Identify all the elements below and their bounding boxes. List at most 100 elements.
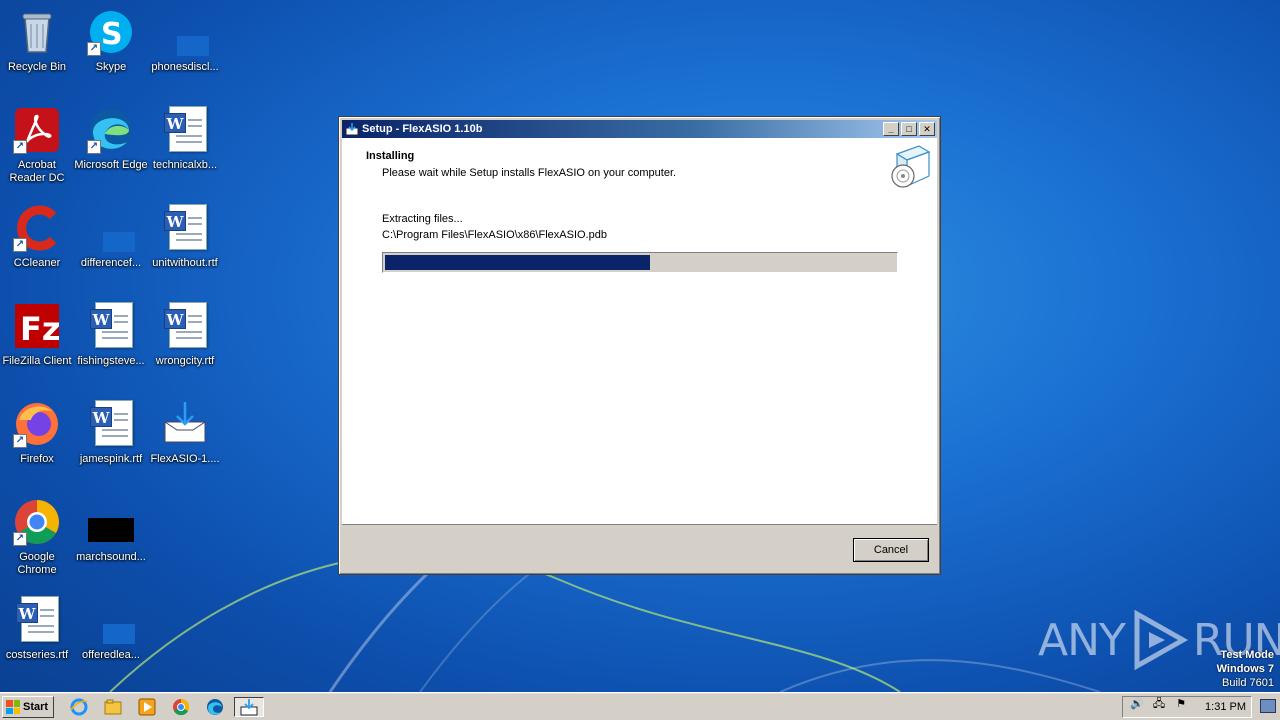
desktop-icon-label: differencef... <box>80 257 142 269</box>
start-button[interactable]: Start <box>2 696 54 718</box>
desktop-icon-acrobat[interactable]: ↗ Acrobat Reader DC <box>0 102 74 192</box>
desktop-icon-label: fishingsteve... <box>77 355 145 367</box>
windows-logo-icon <box>6 700 20 714</box>
acrobat-icon: ↗ <box>13 106 61 154</box>
media-file-icon <box>87 498 135 546</box>
cancel-button[interactable]: Cancel <box>853 538 929 562</box>
desktop-icon-costseries[interactable]: W costseries.rtf <box>0 592 74 682</box>
close-button[interactable]: ✕ <box>919 122 935 136</box>
desktop-icon-label: jamespink.rtf <box>79 453 143 465</box>
desktop-icon-label: Recycle Bin <box>7 61 67 73</box>
svg-text:Fz: Fz <box>20 310 60 348</box>
desktop-icon-differencef[interactable]: differencef... <box>74 200 148 290</box>
desktop-icon-chrome[interactable]: ↗ Google Chrome <box>0 494 74 584</box>
status-text: Extracting files... <box>382 213 463 225</box>
word-document-icon: W <box>87 400 135 448</box>
word-document-icon: W <box>87 302 135 350</box>
desktop-icon-label: offeredlea... <box>82 649 140 661</box>
desktop-icon-filezilla[interactable]: Fz FileZilla Client <box>0 298 74 388</box>
ccleaner-icon: ↗ <box>13 204 61 252</box>
blank-file-icon <box>87 596 147 644</box>
chrome-icon <box>173 698 190 716</box>
edge-icon: ↗ <box>87 106 135 154</box>
action-center-flag-icon[interactable]: ⚑ <box>1174 697 1188 711</box>
desktop-icon-flexasio-installer[interactable]: FlexASIO-1.... <box>148 396 222 486</box>
word-document-icon: W <box>161 106 209 154</box>
window-titlebar[interactable]: Setup - FlexASIO 1.10b _ □ ✕ <box>342 120 937 138</box>
shortcut-arrow-icon: ↗ <box>13 238 27 252</box>
installer-icon <box>161 400 209 448</box>
shortcut-arrow-icon: ↗ <box>13 140 27 154</box>
taskbar-edge-button[interactable] <box>204 697 226 717</box>
desktop-icon-jamespink[interactable]: W jamespink.rtf <box>74 396 148 486</box>
desktop-icon-label: wrongcity.rtf <box>155 355 215 367</box>
os-version-label: Windows 7 <box>1216 663 1274 675</box>
svg-text:S: S <box>101 17 123 52</box>
minimize-button[interactable]: _ <box>883 122 899 136</box>
progress-fill <box>385 255 651 270</box>
desktop-icon-label: marchsound... <box>76 551 146 563</box>
taskbar-chrome-button[interactable] <box>170 697 192 717</box>
desktop-icon-label: FileZilla Client <box>2 355 72 367</box>
desktop-icon-fishingsteve[interactable]: W fishingsteve... <box>74 298 148 388</box>
desktop-icon-recycle-bin[interactable]: Recycle Bin <box>0 4 74 94</box>
desktop-icon-firefox[interactable]: ↗ Firefox <box>0 396 74 486</box>
desktop-icon-skype[interactable]: S ↗ Skype <box>74 4 148 94</box>
desktop-icon-label: Acrobat Reader DC <box>9 159 65 184</box>
desktop-icon-label: Google Chrome <box>17 551 57 576</box>
desktop-icon-edge[interactable]: ↗ Microsoft Edge <box>74 102 148 192</box>
install-progress-bar <box>382 252 898 273</box>
taskbar-media-player-button[interactable] <box>136 697 158 717</box>
word-document-icon: W <box>161 204 209 252</box>
chrome-icon: ↗ <box>13 498 61 546</box>
blank-file-icon <box>161 8 221 56</box>
desktop-icon-unitwithout[interactable]: W unitwithout.rtf <box>148 200 222 290</box>
installer-icon <box>240 699 258 716</box>
skype-icon: S ↗ <box>87 8 135 56</box>
desktop-icon-label: CCleaner <box>13 257 61 269</box>
maximize-button[interactable]: □ <box>901 122 917 136</box>
desktop-icon-phonesdiscl[interactable]: phonesdiscl... <box>148 4 222 94</box>
show-desktop-button[interactable] <box>1260 699 1276 713</box>
media-player-icon <box>138 698 156 716</box>
shortcut-arrow-icon: ↗ <box>13 434 27 448</box>
current-file-path: C:\Program Files\FlexASIO\x86\FlexASIO.p… <box>382 229 607 241</box>
desktop-icon-label: costseries.rtf <box>5 649 69 661</box>
wizard-body: Extracting files... C:\Program Files\Fle… <box>342 196 937 525</box>
shortcut-arrow-icon: ↗ <box>87 42 101 56</box>
desktop-icon-technicalxb[interactable]: W technicalxb... <box>148 102 222 192</box>
shortcut-arrow-icon: ↗ <box>87 140 101 154</box>
volume-icon[interactable]: 🔊 <box>1130 697 1144 711</box>
desktop-icon-label: unitwithout.rtf <box>152 257 218 269</box>
wizard-step-title: Installing <box>366 150 415 162</box>
desktop-icon-label: phonesdiscl... <box>151 61 219 73</box>
taskbar-ie-button[interactable] <box>68 697 90 717</box>
word-document-icon: W <box>13 596 61 644</box>
setup-window: Setup - FlexASIO 1.10b _ □ ✕ Installing … <box>338 116 941 575</box>
firefox-icon: ↗ <box>13 400 61 448</box>
taskbar-explorer-button[interactable] <box>102 697 124 717</box>
taskbar-clock[interactable]: 1:31 PM <box>1205 701 1246 713</box>
setup-box-icon <box>891 145 931 188</box>
desktop-icon-marchsound[interactable]: marchsound... <box>74 494 148 584</box>
os-test-mode-info: Test Mode Windows 7 Build 7601 <box>1217 648 1274 690</box>
internet-explorer-icon <box>70 698 88 716</box>
taskbar: Start 🔊 🖧 ⚑ 1:31 PM <box>0 692 1280 720</box>
filezilla-icon: Fz <box>13 302 61 350</box>
recycle-bin-icon <box>13 8 61 56</box>
test-mode-label: Test Mode <box>1220 649 1274 661</box>
play-logo-icon <box>1134 610 1188 670</box>
word-document-icon: W <box>161 302 209 350</box>
network-icon[interactable]: 🖧 <box>1152 697 1166 711</box>
desktop-icon-label: Microsoft Edge <box>74 159 148 171</box>
start-label: Start <box>23 701 49 713</box>
shortcut-arrow-icon: ↗ <box>13 532 27 546</box>
taskbar-setup-button[interactable] <box>234 697 264 717</box>
desktop-icon-wrongcity[interactable]: W wrongcity.rtf <box>148 298 222 388</box>
desktop-icon-offeredlea[interactable]: offeredlea... <box>74 592 148 682</box>
setup-app-icon <box>345 123 359 136</box>
folder-icon <box>104 699 122 715</box>
desktop-icon-ccleaner[interactable]: ↗ CCleaner <box>0 200 74 290</box>
wizard-header: Installing Please wait while Setup insta… <box>342 138 937 196</box>
watermark-text-left: ANY <box>1038 614 1126 666</box>
